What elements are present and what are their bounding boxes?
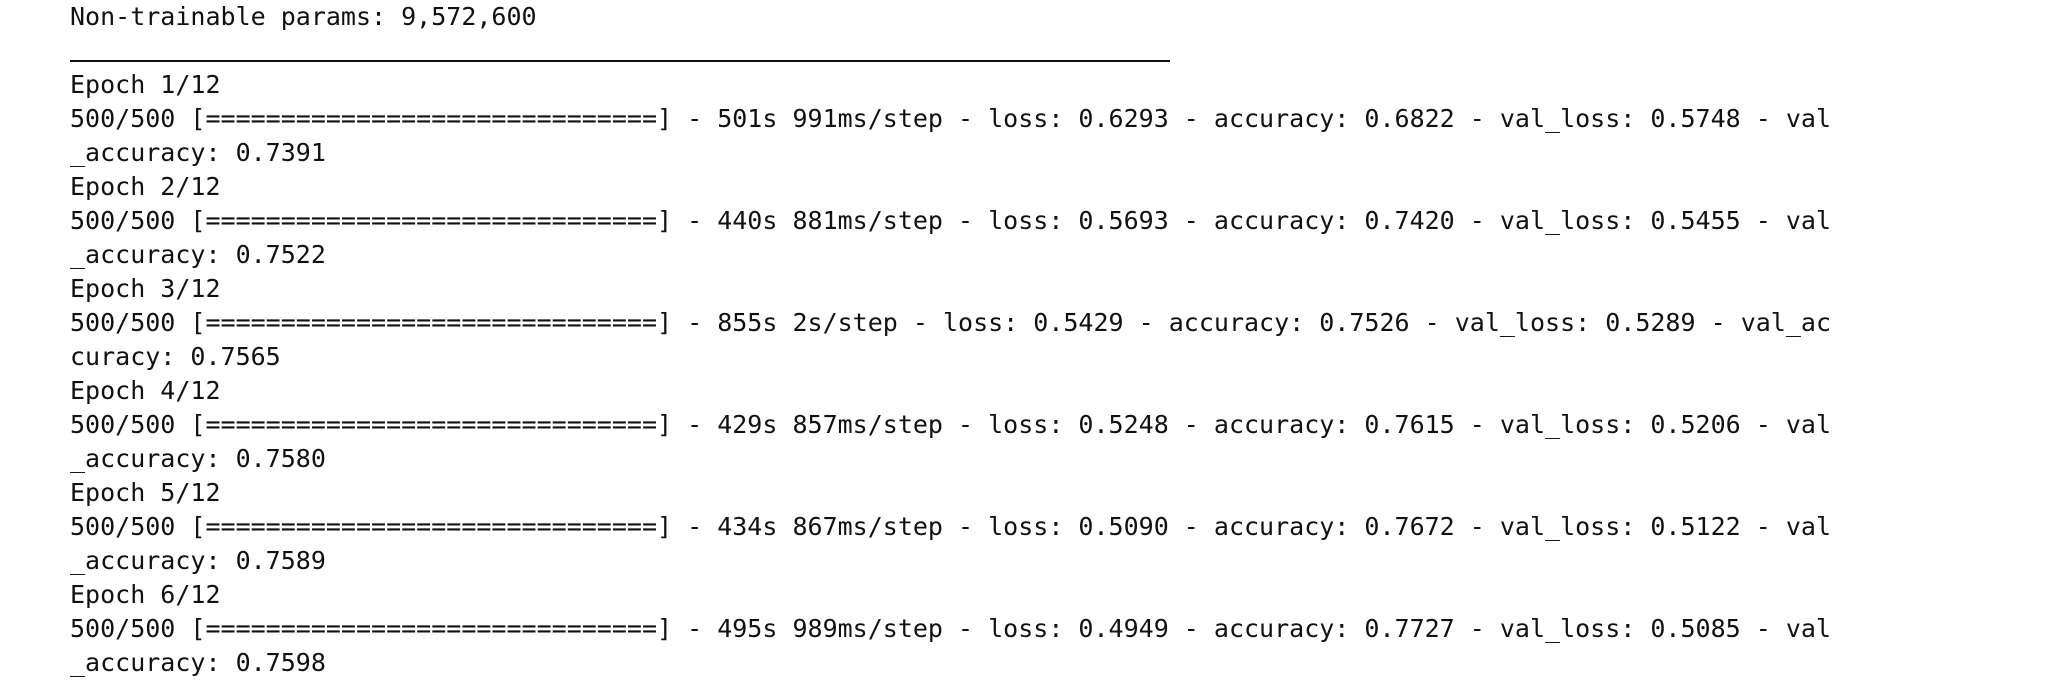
- epoch-progress-line: 500/500 [==============================]…: [70, 410, 1831, 439]
- separator-line: [70, 34, 2060, 68]
- epoch-progress-wrap: _accuracy: 0.7391: [70, 138, 326, 167]
- epoch-header: Epoch 6/12: [70, 580, 221, 609]
- epoch-header: Epoch 4/12: [70, 376, 221, 405]
- epoch-progress-wrap: _accuracy: 0.7598: [70, 648, 326, 677]
- separator-rule: [70, 60, 1170, 62]
- epoch-header: Epoch 5/12: [70, 478, 221, 507]
- epoch-progress-line: 500/500 [==============================]…: [70, 614, 1831, 643]
- epoch-progress-line: 500/500 [==============================]…: [70, 308, 1831, 337]
- epoch-header: Epoch 1/12: [70, 70, 221, 99]
- epoch-header: Epoch 3/12: [70, 274, 221, 303]
- epoch-header: Epoch 2/12: [70, 172, 221, 201]
- epoch-progress-line: 500/500 [==============================]…: [70, 512, 1831, 541]
- epoch-progress-line: 500/500 [==============================]…: [70, 206, 1831, 235]
- non-trainable-params-line: Non-trainable params: 9,572,600: [70, 2, 537, 31]
- epoch-progress-line: 500/500 [==============================]…: [70, 104, 1831, 133]
- epoch-progress-wrap: _accuracy: 0.7580: [70, 444, 326, 473]
- epoch-progress-wrap: curacy: 0.7565: [70, 342, 281, 371]
- training-output: Non-trainable params: 9,572,600 Epoch 1/…: [70, 0, 2060, 680]
- epoch-progress-wrap: _accuracy: 0.7522: [70, 240, 326, 269]
- epoch-progress-wrap: _accuracy: 0.7589: [70, 546, 326, 575]
